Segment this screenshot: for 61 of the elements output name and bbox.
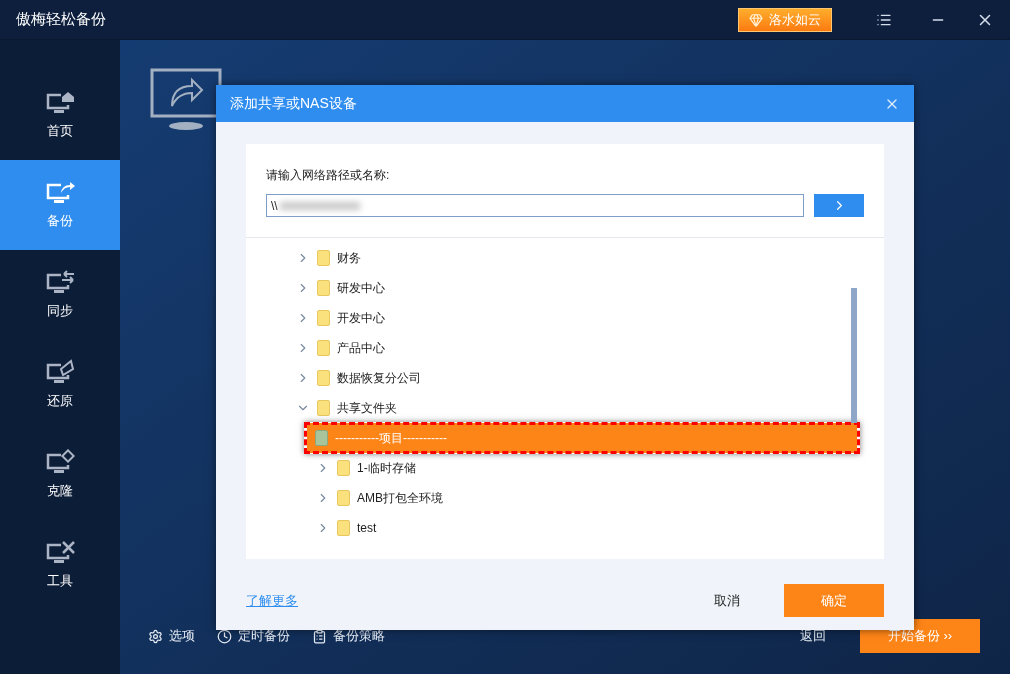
folder-icon xyxy=(315,430,328,447)
nav-item[interactable]: 克隆 xyxy=(0,430,120,520)
folder-name: test xyxy=(357,520,377,538)
folder-icon xyxy=(337,520,350,537)
toolbar-link[interactable]: 选项 xyxy=(148,626,195,646)
folder-name: -----------项目----------- xyxy=(335,430,447,448)
back-button[interactable]: 返回 xyxy=(800,626,826,646)
folder-name: 共享文件夹 xyxy=(337,400,397,418)
folder-name: 1-临时存储 xyxy=(357,460,416,478)
go-button[interactable] xyxy=(814,194,864,218)
nav-item[interactable]: 还原 xyxy=(0,340,120,430)
nav-label: 备份 xyxy=(47,212,73,231)
diamond-icon xyxy=(749,12,763,27)
tree-item[interactable]: AMB打包全环境 xyxy=(246,483,443,514)
backup-monitor-icon xyxy=(45,179,75,206)
folder-name: 开发中心 xyxy=(337,310,385,328)
app-title: 傲梅轻松备份 xyxy=(16,9,106,30)
monitor-share-icon xyxy=(150,68,222,130)
cancel-button[interactable]: 取消 xyxy=(714,590,740,611)
restore-monitor-icon xyxy=(45,359,75,386)
nav-label: 首页 xyxy=(47,122,73,141)
folder-name: 财务 xyxy=(337,250,361,268)
tree-item[interactable]: 研发中心 xyxy=(246,273,385,304)
path-label: 请输入网络路径或名称: xyxy=(266,167,391,185)
folder-name: 研发中心 xyxy=(337,280,385,298)
tools-monitor-icon xyxy=(45,539,75,566)
tree-item[interactable]: 1-临时存储 xyxy=(246,453,416,484)
toolbar-link[interactable]: 备份策略 xyxy=(312,626,385,646)
folder-name: AMB打包全环境 xyxy=(357,490,443,508)
tree-item[interactable]: 开发中心 xyxy=(246,303,385,334)
toolbar-link[interactable]: 定时备份 xyxy=(217,626,290,646)
folder-icon xyxy=(317,370,330,387)
dialog-title: 添加共享或NAS设备 xyxy=(230,94,357,114)
folder-icon xyxy=(317,310,330,327)
clone-monitor-icon xyxy=(45,449,75,476)
nav-label: 还原 xyxy=(47,392,73,411)
home-monitor-icon xyxy=(45,89,75,116)
path-input[interactable]: \\ xyxy=(266,194,804,218)
folder-icon xyxy=(317,250,330,267)
folder-icon xyxy=(317,400,330,417)
tree-item[interactable]: test xyxy=(246,513,377,544)
tree-item[interactable]: 产品中心 xyxy=(246,333,385,364)
folder-icon xyxy=(337,460,350,477)
nav-item[interactable]: 首页 xyxy=(0,70,120,160)
nav-label: 克隆 xyxy=(47,482,73,501)
nav-item[interactable]: 工具 xyxy=(0,520,120,610)
nav-label: 工具 xyxy=(47,572,73,591)
nav-item[interactable]: 同步 xyxy=(0,250,120,340)
folder-icon xyxy=(337,490,350,507)
path-value: \\ xyxy=(271,197,278,215)
folder-icon xyxy=(317,280,330,297)
tree-item[interactable]: 财务 xyxy=(246,243,361,274)
folder-name: 数据恢复分公司 xyxy=(337,370,421,388)
tree-item[interactable]: 共享文件夹 xyxy=(246,393,397,424)
folder-icon xyxy=(317,340,330,357)
folder-name: 产品中心 xyxy=(337,340,385,358)
tree-item[interactable]: 数据恢复分公司 xyxy=(246,363,421,394)
settings-icon xyxy=(148,628,163,644)
scrollbar[interactable] xyxy=(851,288,857,424)
sync-monitor-icon xyxy=(45,269,75,296)
nav-label: 同步 xyxy=(47,302,73,321)
